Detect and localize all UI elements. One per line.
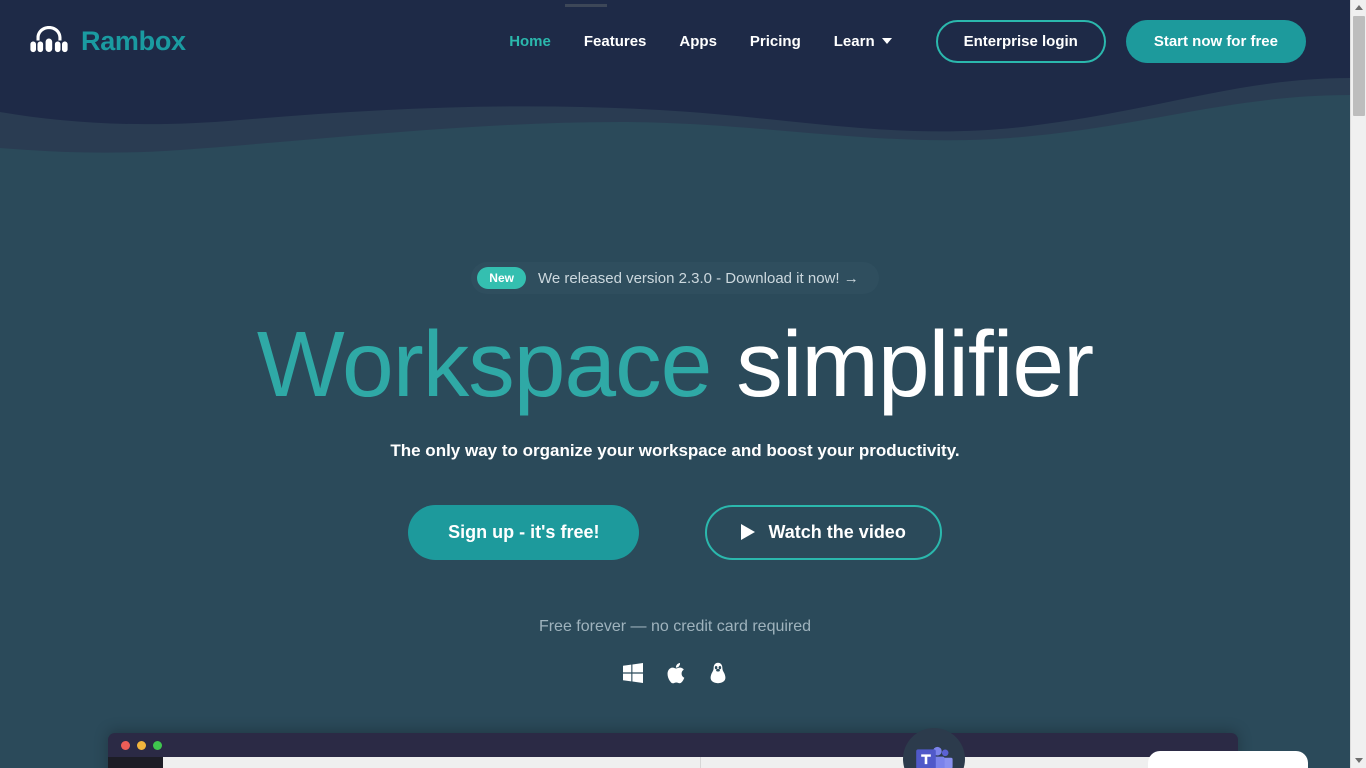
nav-item-features[interactable]: Features (584, 33, 647, 50)
linux-penguin-icon (709, 662, 727, 684)
hero-headline-plain: simplifier (711, 312, 1094, 416)
rambox-headphones-icon (28, 23, 70, 59)
enterprise-login-button[interactable]: Enterprise login (935, 19, 1106, 63)
nav-action-buttons: Enterprise login Start now for free (935, 19, 1306, 63)
nav-item-home-label: Home (509, 32, 551, 50)
app-preview-pane-left (163, 757, 701, 768)
page-loader-bar (565, 4, 607, 7)
play-icon (741, 524, 756, 541)
top-navigation-bar: Rambox Home Features Apps Pricing Learn … (0, 0, 1350, 82)
nav-item-apps[interactable]: Apps (679, 33, 717, 50)
scrollbar-thumb[interactable] (1353, 16, 1365, 116)
floating-white-card (1148, 751, 1308, 768)
hero-headline: Workspace simplifier (257, 315, 1094, 414)
announcement-text: We released version 2.3.0 - Download it … (537, 269, 859, 287)
nav-item-apps-label: Apps (679, 32, 717, 50)
announcement-banner[interactable]: New We released version 2.3.0 - Download… (471, 262, 879, 294)
platform-icons (623, 662, 727, 684)
nav-item-learn[interactable]: Learn (834, 33, 892, 50)
hero-headline-accent: Workspace (256, 312, 712, 416)
brand-name: Rambox (81, 25, 186, 56)
watch-video-label: Watch the video (768, 521, 906, 542)
apple-icon (667, 662, 685, 684)
signup-free-button[interactable]: Sign up - it's free! (408, 504, 640, 560)
app-preview-window (108, 733, 1238, 768)
free-forever-note: Free forever — no credit card required (538, 617, 812, 635)
hero-subheadline: The only way to organize your workspace … (390, 440, 960, 460)
nav-item-home[interactable]: Home (509, 33, 551, 50)
close-dot-red-icon[interactable] (121, 740, 130, 750)
nav-item-learn-label: Learn (833, 32, 875, 50)
nav-item-features-label: Features (583, 32, 647, 50)
windows-icon (623, 662, 643, 683)
scroll-up-arrow-icon[interactable] (1351, 0, 1366, 15)
page-viewport: Rambox Home Features Apps Pricing Learn … (0, 0, 1350, 768)
hero-cta-row: Sign up - it's free! Watch the video (408, 504, 942, 560)
app-preview-body (108, 757, 1238, 768)
minimize-dot-yellow-icon[interactable] (137, 740, 146, 750)
nav-links: Home Features Apps Pricing Learn (509, 33, 892, 50)
start-now-for-free-button[interactable]: Start now for free (1125, 19, 1306, 63)
vertical-scrollbar[interactable] (1350, 0, 1366, 768)
nav-item-pricing-label: Pricing (749, 32, 801, 50)
announcement-new-badge: New (477, 267, 526, 289)
app-preview-titlebar (108, 733, 1238, 757)
brand-logo-link[interactable]: Rambox (28, 23, 186, 59)
app-preview-sidebar-rail (108, 757, 163, 768)
chevron-down-icon (881, 38, 892, 44)
scroll-down-arrow-icon[interactable] (1351, 753, 1366, 768)
watch-video-button[interactable]: Watch the video (705, 504, 942, 560)
maximize-dot-green-icon[interactable] (153, 740, 162, 750)
nav-item-pricing[interactable]: Pricing (750, 33, 801, 50)
